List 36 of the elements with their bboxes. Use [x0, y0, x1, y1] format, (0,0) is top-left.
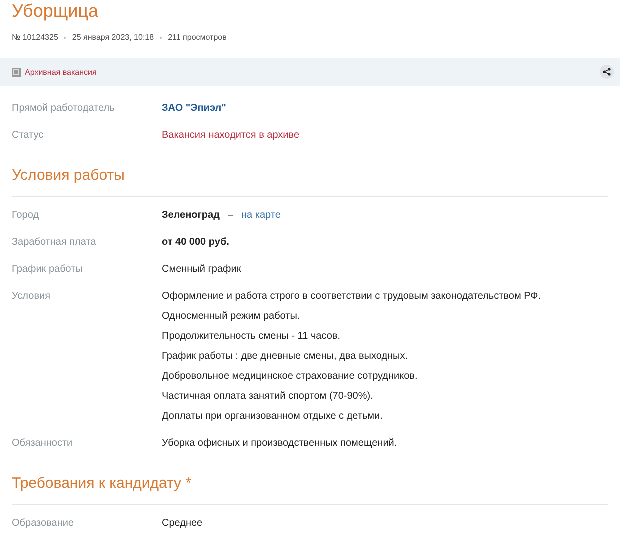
field-value: Продолжительность смены - 11 часов. — [162, 330, 342, 344]
field-value: Зеленоград — [162, 209, 220, 223]
field-value: Добровольное медицинское страхование сотрудников. — [162, 370, 419, 384]
field-value: от 40 000 руб. — [162, 236, 230, 250]
field-label: Обязанности — [12, 437, 74, 451]
separator: – — [228, 209, 234, 223]
field-value: Уборка офисных и производственных помещений. — [162, 437, 398, 451]
meta-text: № 10124325 — [12, 33, 58, 42]
separator-dot — [160, 36, 162, 38]
separator-dot — [64, 36, 66, 38]
field-label: Город — [12, 209, 40, 223]
share-button[interactable] — [600, 65, 614, 79]
employer-link[interactable]: ЗАО "Эпиэл" — [162, 102, 226, 116]
field-value: График работы : две дневные смены, два выходных. — [162, 350, 410, 364]
page-title: Уборщица — [11, 0, 100, 22]
field-value: Сменный график — [162, 263, 242, 277]
field-value: Частичная оплата занятий спортом (70-90%). — [162, 390, 374, 404]
field-label: Заработная плата — [12, 236, 98, 250]
meta-text: 211 просмотров — [168, 33, 227, 42]
archive-icon — [12, 68, 21, 76]
section-title: Условия работы — [12, 156, 608, 197]
field-value: Односменный режим работы. — [162, 310, 302, 324]
field-label: Условия — [12, 290, 52, 304]
archive-label: Архивная вакансия — [25, 68, 98, 76]
field-label: График работы — [12, 263, 84, 277]
field-label: Образование — [12, 517, 75, 531]
field-label: Прямой работодатель — [12, 102, 116, 116]
status-text: Вакансия находится в архиве — [162, 129, 300, 143]
field-value: Среднее — [162, 517, 203, 531]
field-value: Доплаты при организованном отдыхе с детьми. — [162, 410, 384, 424]
share-icon — [603, 68, 611, 76]
field-value: Оформление и работа строго в соответствии с трудовым законодательством РФ. — [162, 290, 542, 304]
map-link[interactable]: на карте — [242, 209, 281, 223]
meta-text: 25 января 2023, 10:18 — [72, 33, 154, 42]
field-label: Статус — [12, 129, 45, 143]
section-title: Требования к кандидату * — [12, 464, 608, 505]
